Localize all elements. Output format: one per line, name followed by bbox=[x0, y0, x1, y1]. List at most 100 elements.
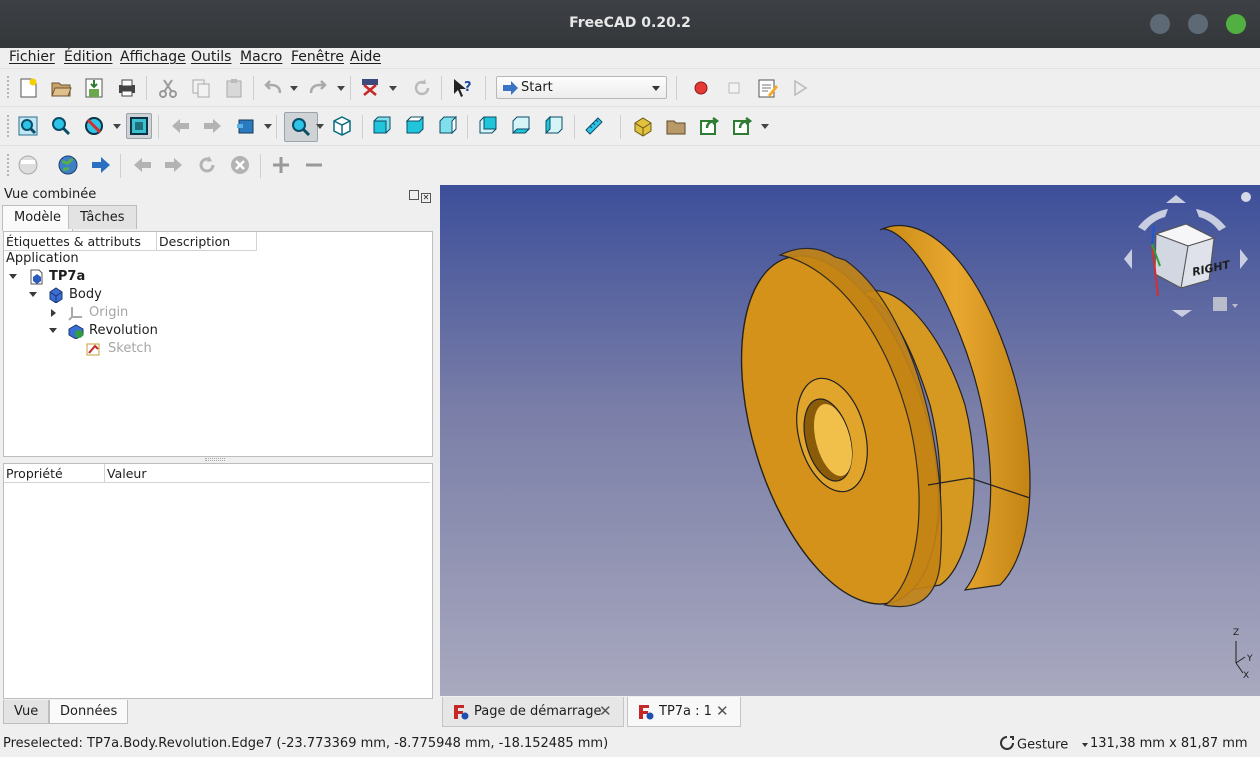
sync-view-icon[interactable] bbox=[233, 113, 259, 139]
cut-icon[interactable] bbox=[155, 75, 181, 101]
expand-icon[interactable] bbox=[49, 328, 57, 333]
panel-splitter[interactable] bbox=[205, 458, 225, 461]
macro-edit-icon[interactable] bbox=[754, 75, 780, 101]
navigation-cube[interactable]: RIGHT bbox=[1116, 189, 1256, 329]
measure-distance-icon[interactable] bbox=[581, 113, 607, 139]
whats-this-icon[interactable]: ? bbox=[449, 75, 475, 101]
recompute-icon[interactable] bbox=[409, 75, 435, 101]
toolbar-grip[interactable] bbox=[7, 115, 10, 137]
rear-view-icon[interactable] bbox=[475, 113, 501, 139]
tree-header-description[interactable]: Description bbox=[157, 232, 257, 251]
menu-macro[interactable]: Macro bbox=[240, 49, 282, 65]
menu-fenetre[interactable]: Fenêtre bbox=[291, 49, 344, 65]
web-browser-icon[interactable] bbox=[15, 152, 41, 178]
property-editor[interactable]: Propriété Valeur bbox=[3, 463, 433, 699]
fit-selection-icon[interactable] bbox=[48, 113, 74, 139]
tab-donnees[interactable]: Données bbox=[49, 700, 129, 724]
link-dropdown-icon[interactable] bbox=[761, 124, 769, 130]
toolbar-grip[interactable] bbox=[7, 76, 10, 98]
menu-fichier[interactable]: Fichier bbox=[9, 49, 55, 65]
close-icon[interactable]: ✕ bbox=[716, 702, 729, 720]
bounding-box-icon[interactable] bbox=[126, 113, 152, 139]
cut-dropdown-icon[interactable] bbox=[389, 86, 397, 92]
draw-style-dropdown-icon[interactable] bbox=[113, 124, 121, 130]
top-view-icon[interactable] bbox=[402, 113, 428, 139]
tree-item-application[interactable]: Application bbox=[6, 251, 79, 269]
tree-item-origin[interactable]: Origin bbox=[49, 305, 169, 323]
paste-icon[interactable] bbox=[221, 75, 247, 101]
globe-icon[interactable] bbox=[55, 152, 81, 178]
link-actions-icon[interactable] bbox=[729, 113, 755, 139]
macro-record-icon[interactable] bbox=[688, 75, 714, 101]
combo-view-controls: ✕ bbox=[407, 189, 431, 204]
tab-taches[interactable]: Tâches bbox=[68, 205, 137, 229]
front-view-icon[interactable] bbox=[369, 113, 395, 139]
navigation-style[interactable]: Gesture bbox=[1000, 736, 1089, 754]
undo-dropdown-icon[interactable] bbox=[290, 86, 298, 92]
redo-icon[interactable] bbox=[305, 75, 331, 101]
refresh-cut-icon[interactable] bbox=[357, 75, 383, 101]
create-link-icon[interactable] bbox=[696, 113, 722, 139]
create-group-icon[interactable] bbox=[663, 113, 689, 139]
tree-item-document[interactable]: TP7a bbox=[9, 269, 129, 287]
redo-dropdown-icon[interactable] bbox=[337, 86, 345, 92]
isometric-view-icon[interactable] bbox=[329, 113, 355, 139]
web-forward-icon[interactable] bbox=[161, 152, 187, 178]
model-tree[interactable]: Étiquettes & attributs Description Appli… bbox=[3, 231, 433, 457]
menu-affichage[interactable]: Affichage bbox=[120, 49, 186, 65]
property-header-value[interactable]: Valeur bbox=[105, 464, 430, 483]
open-folder-icon[interactable] bbox=[48, 75, 74, 101]
menu-edition[interactable]: Édition bbox=[64, 49, 112, 65]
property-header-name[interactable]: Propriété bbox=[4, 464, 105, 483]
tree-item-label: Origin bbox=[89, 305, 129, 320]
print-icon[interactable] bbox=[114, 75, 140, 101]
web-refresh-icon[interactable] bbox=[194, 152, 220, 178]
menu-outils[interactable]: Outils bbox=[191, 49, 231, 65]
tab-vue[interactable]: Vue bbox=[3, 700, 50, 724]
left-view-icon[interactable] bbox=[541, 113, 567, 139]
std-views-icon[interactable] bbox=[284, 112, 318, 142]
save-icon[interactable] bbox=[81, 75, 107, 101]
tab-start-page[interactable]: Page de démarrage ✕ bbox=[442, 697, 624, 727]
undo-icon[interactable] bbox=[260, 75, 286, 101]
draw-style-icon[interactable] bbox=[81, 113, 107, 139]
menu-aide[interactable]: Aide bbox=[350, 49, 381, 65]
tree-item-sketch[interactable]: Sketch bbox=[86, 341, 186, 359]
tab-tp7a[interactable]: TP7a : 1 ✕ bbox=[627, 697, 741, 727]
3d-viewport[interactable]: RIGHT Z Y X bbox=[440, 185, 1260, 696]
web-stop-icon[interactable] bbox=[227, 152, 253, 178]
std-views-dropdown-icon[interactable] bbox=[316, 124, 324, 130]
macro-stop-icon[interactable] bbox=[721, 75, 747, 101]
create-part-icon[interactable] bbox=[630, 113, 656, 139]
minimize-button[interactable] bbox=[1150, 14, 1170, 34]
zoom-in-icon[interactable] bbox=[268, 152, 294, 178]
go-arrow-icon[interactable] bbox=[88, 152, 114, 178]
bottom-view-icon[interactable] bbox=[508, 113, 534, 139]
zoom-out-icon[interactable] bbox=[301, 152, 327, 178]
svg-text:?: ? bbox=[464, 80, 472, 95]
workbench-selector[interactable]: Start bbox=[496, 76, 667, 99]
maximize-button[interactable] bbox=[1188, 14, 1208, 34]
sync-view-dropdown-icon[interactable] bbox=[264, 124, 272, 130]
tree-item-body[interactable]: Body bbox=[29, 287, 149, 305]
forward-arrow-icon[interactable] bbox=[200, 113, 226, 139]
right-view-icon[interactable] bbox=[435, 113, 461, 139]
expand-icon[interactable] bbox=[9, 274, 17, 279]
expand-icon[interactable] bbox=[29, 292, 37, 297]
tree-item-revolution[interactable]: Revolution bbox=[49, 323, 169, 341]
macro-run-icon[interactable] bbox=[787, 75, 813, 101]
copy-icon[interactable] bbox=[188, 75, 214, 101]
new-document-icon[interactable] bbox=[15, 75, 41, 101]
back-arrow-icon[interactable] bbox=[167, 113, 193, 139]
tree-header-labels[interactable]: Étiquettes & attributs bbox=[4, 232, 157, 251]
expand-icon[interactable] bbox=[51, 309, 56, 317]
fit-all-icon[interactable] bbox=[15, 113, 41, 139]
close-button[interactable] bbox=[1226, 14, 1246, 34]
toolbar-grip[interactable] bbox=[7, 154, 10, 176]
web-back-icon[interactable] bbox=[129, 152, 155, 178]
close-panel-icon[interactable]: ✕ bbox=[421, 193, 431, 203]
close-icon[interactable]: ✕ bbox=[599, 702, 612, 720]
float-panel-icon[interactable] bbox=[409, 190, 419, 200]
axis-z-label: Z bbox=[1233, 628, 1240, 638]
tab-modele[interactable]: Modèle bbox=[2, 205, 74, 231]
